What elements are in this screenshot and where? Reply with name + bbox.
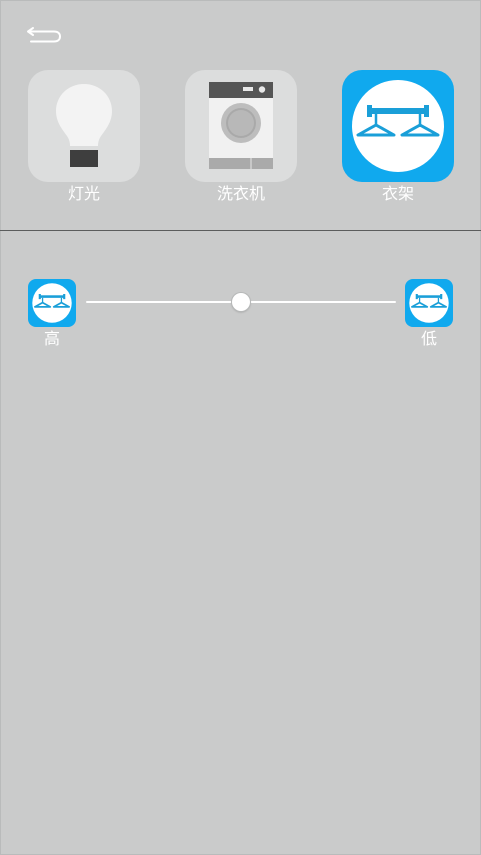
device-clothes-rack[interactable]: 衣架 <box>342 70 454 204</box>
device-washing-machine[interactable]: 洗衣机 <box>185 70 297 204</box>
light-bulb-icon <box>56 84 112 167</box>
rack-high-button[interactable]: 高 <box>28 279 76 349</box>
device-clothes-rack-tile <box>342 70 454 182</box>
rack-low-tile <box>405 279 453 327</box>
device-light-label: 灯光 <box>67 184 100 203</box>
rack-height-slider[interactable] <box>86 290 396 314</box>
rack-low-label: 低 <box>420 329 437 348</box>
device-washing-machine-tile <box>185 70 297 182</box>
back-button[interactable] <box>24 22 64 48</box>
rack-low-button[interactable]: 低 <box>405 279 453 349</box>
device-light[interactable]: 灯光 <box>28 70 140 204</box>
rack-high-label: 高 <box>43 329 60 348</box>
clothes-rack-icon <box>32 283 72 323</box>
clothes-rack-icon <box>409 283 449 323</box>
clothes-rack-icon <box>352 80 444 172</box>
device-washing-machine-label: 洗衣机 <box>216 184 265 203</box>
slider-thumb[interactable] <box>232 293 250 311</box>
washing-machine-icon <box>209 82 273 169</box>
section-divider <box>0 230 481 231</box>
rack-high-tile <box>28 279 76 327</box>
device-clothes-rack-label: 衣架 <box>381 184 414 203</box>
back-arrow-icon <box>27 27 62 43</box>
device-light-tile <box>28 70 140 182</box>
